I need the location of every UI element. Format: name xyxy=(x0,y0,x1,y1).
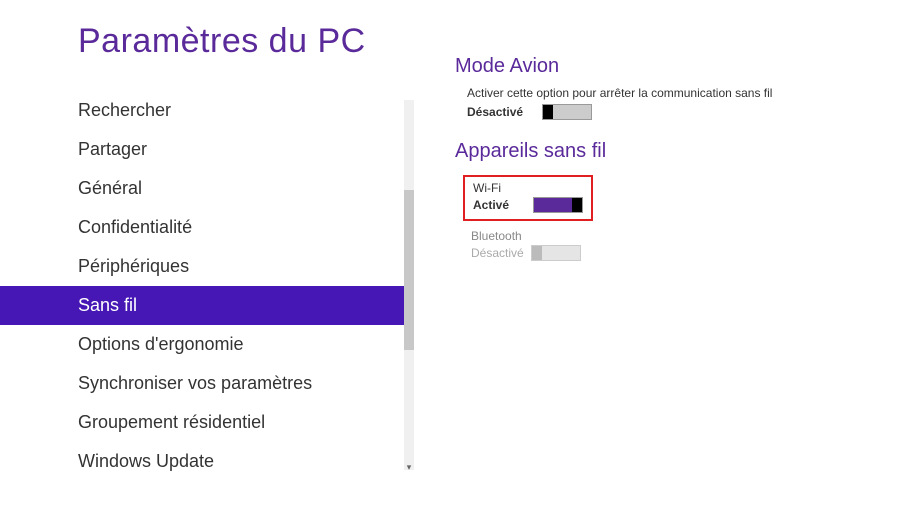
wifi-highlight-box: Wi-Fi Activé xyxy=(463,175,593,221)
sidebar-item-options-ergonomie[interactable]: Options d'ergonomie xyxy=(0,325,404,364)
airplane-mode-description: Activer cette option pour arrêter la com… xyxy=(467,86,920,100)
sidebar-item-peripheriques[interactable]: Périphériques xyxy=(0,247,404,286)
bluetooth-status: Désactivé xyxy=(471,246,531,260)
sidebar: Paramètres du PC Rechercher Partager Gén… xyxy=(0,0,430,517)
wifi-label: Wi-Fi xyxy=(473,181,583,195)
scroll-down-icon[interactable]: ▾ xyxy=(404,462,414,472)
sidebar-scrollbar[interactable]: ▴ ▾ xyxy=(404,100,414,470)
airplane-mode-status: Désactivé xyxy=(467,105,542,119)
wireless-devices-section: Appareils sans fil Wi-Fi Activé Bluetoot… xyxy=(455,140,920,261)
bluetooth-row: Désactivé xyxy=(471,245,920,261)
wifi-row: Activé xyxy=(473,197,583,213)
sidebar-item-partager[interactable]: Partager xyxy=(0,130,404,169)
wifi-toggle[interactable] xyxy=(533,197,583,213)
toggle-knob xyxy=(543,105,553,119)
sidebar-item-rechercher[interactable]: Rechercher xyxy=(0,91,404,130)
bluetooth-block: Bluetooth Désactivé xyxy=(471,229,920,261)
airplane-mode-toggle[interactable] xyxy=(542,104,592,120)
content-pane: Mode Avion Activer cette option pour arr… xyxy=(430,0,920,517)
airplane-mode-section: Mode Avion Activer cette option pour arr… xyxy=(455,55,920,120)
sidebar-item-general[interactable]: Général xyxy=(0,169,404,208)
bluetooth-label: Bluetooth xyxy=(471,229,920,243)
wifi-status: Activé xyxy=(473,198,533,212)
bluetooth-toggle xyxy=(531,245,581,261)
sidebar-item-groupement[interactable]: Groupement résidentiel xyxy=(0,403,404,442)
page-title: Paramètres du PC xyxy=(0,22,430,61)
toggle-knob xyxy=(532,246,542,260)
scroll-thumb[interactable] xyxy=(404,190,414,350)
sidebar-item-synchroniser[interactable]: Synchroniser vos paramètres xyxy=(0,364,404,403)
sidebar-item-sans-fil[interactable]: Sans fil xyxy=(0,286,404,325)
toggle-knob xyxy=(572,198,582,212)
sidebar-item-windows-update[interactable]: Windows Update xyxy=(0,442,404,481)
nav-list: Rechercher Partager Général Confidential… xyxy=(0,91,430,481)
airplane-mode-title: Mode Avion xyxy=(455,55,920,78)
wireless-devices-title: Appareils sans fil xyxy=(455,140,920,163)
sidebar-item-confidentialite[interactable]: Confidentialité xyxy=(0,208,404,247)
airplane-mode-row: Désactivé xyxy=(467,104,920,120)
